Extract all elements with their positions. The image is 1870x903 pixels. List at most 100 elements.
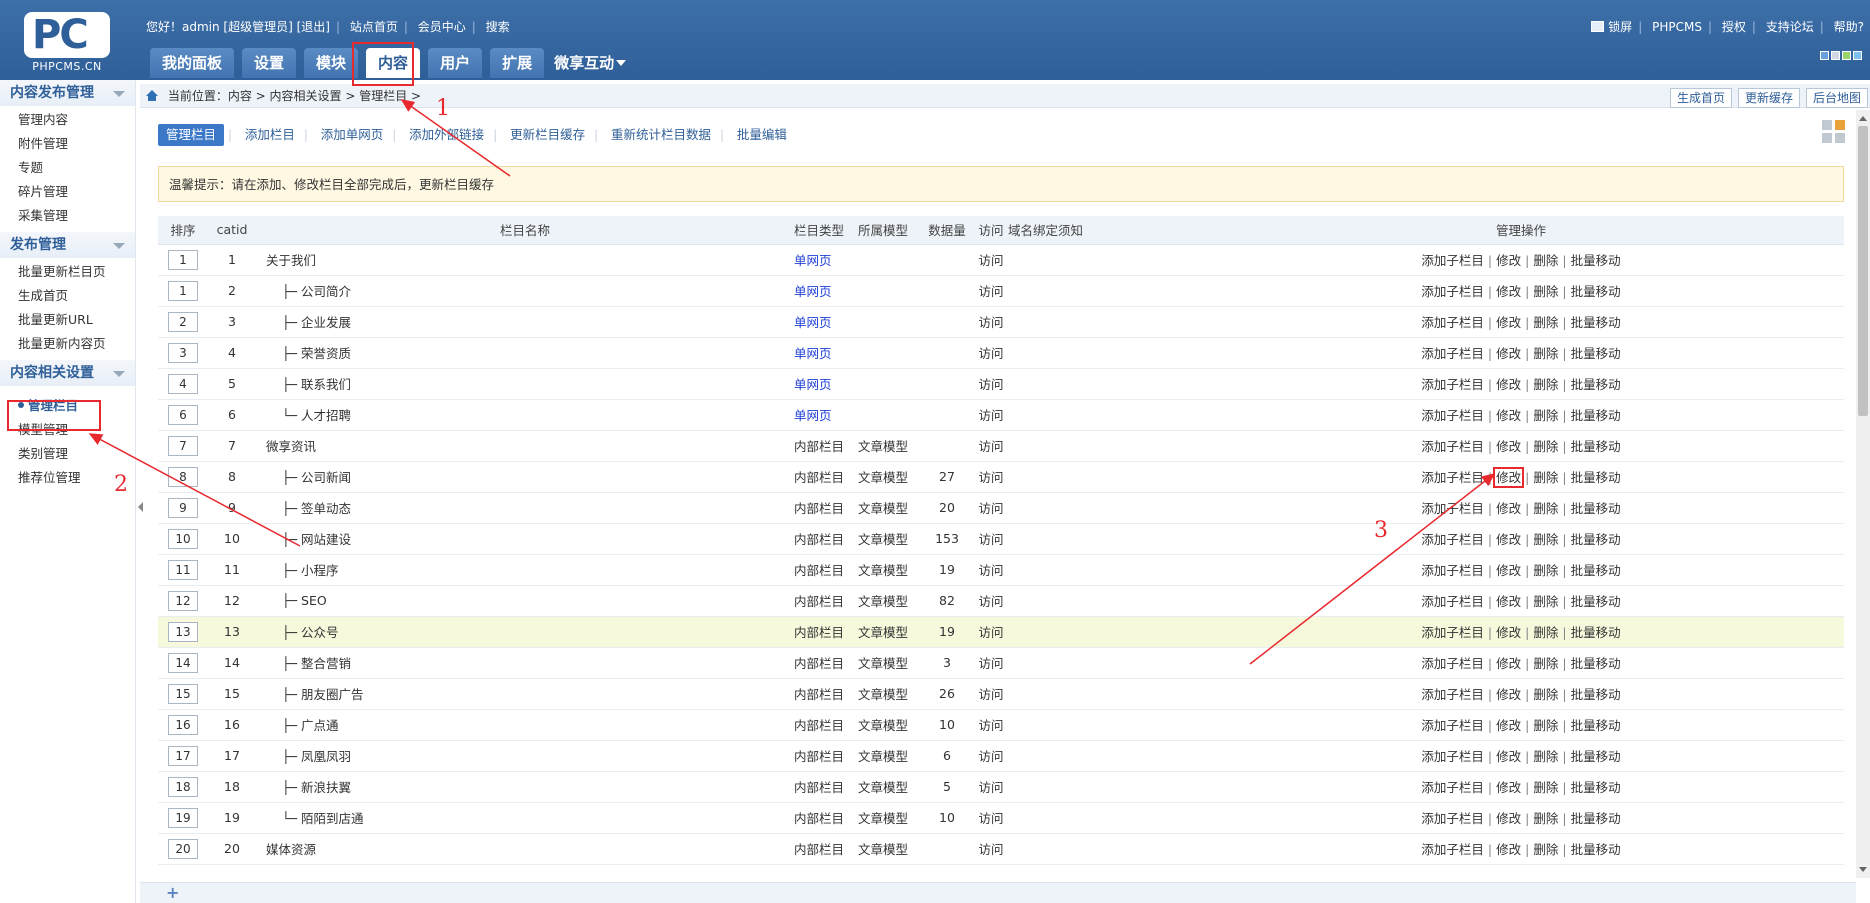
- license-link[interactable]: 授权: [1722, 20, 1746, 34]
- edit-link[interactable]: 修改: [1496, 687, 1521, 702]
- help-link[interactable]: 帮助?: [1834, 20, 1864, 34]
- batch-move-link[interactable]: 批量移动: [1571, 625, 1621, 640]
- delete-link[interactable]: 删除: [1533, 253, 1558, 268]
- batch-move-link[interactable]: 批量移动: [1571, 408, 1621, 423]
- order-input[interactable]: 9: [168, 497, 198, 518]
- add-subcategory-link[interactable]: 添加子栏目: [1421, 594, 1484, 609]
- batch-move-link[interactable]: 批量移动: [1571, 501, 1621, 516]
- add-subcategory-link[interactable]: 添加子栏目: [1421, 408, 1484, 423]
- batch-move-link[interactable]: 批量移动: [1571, 284, 1621, 299]
- order-input[interactable]: 8: [168, 466, 198, 487]
- delete-link[interactable]: 删除: [1533, 532, 1558, 547]
- sidebar-item-generate-home[interactable]: 生成首页: [0, 284, 135, 308]
- lock-screen-link[interactable]: 锁屏: [1608, 20, 1632, 34]
- delete-link[interactable]: 删除: [1533, 470, 1558, 485]
- skin-light-icon[interactable]: [1853, 51, 1862, 60]
- visit-link[interactable]: 访问: [978, 749, 1003, 764]
- visit-link[interactable]: 访问: [978, 501, 1003, 516]
- edit-link[interactable]: 修改: [1496, 284, 1521, 299]
- visit-link[interactable]: 访问: [978, 470, 1003, 485]
- order-input[interactable]: 17: [168, 745, 198, 766]
- sidebar-item-manage-content[interactable]: 管理内容: [0, 108, 135, 132]
- batch-move-link[interactable]: 批量移动: [1571, 811, 1621, 826]
- subnav-add-category[interactable]: 添加栏目: [240, 124, 300, 146]
- batch-move-link[interactable]: 批量移动: [1571, 563, 1621, 578]
- add-subcategory-link[interactable]: 添加子栏目: [1421, 811, 1484, 826]
- add-subcategory-link[interactable]: 添加子栏目: [1421, 656, 1484, 671]
- sidebar-item-attachments[interactable]: 附件管理: [0, 132, 135, 156]
- subnav-add-external-link[interactable]: 添加外部链接: [404, 124, 489, 146]
- batch-move-link[interactable]: 批量移动: [1571, 315, 1621, 330]
- order-input[interactable]: 6: [168, 404, 198, 425]
- batch-move-link[interactable]: 批量移动: [1571, 842, 1621, 857]
- order-input[interactable]: 14: [168, 652, 198, 673]
- update-cache-button[interactable]: 更新缓存: [1737, 88, 1800, 108]
- delete-link[interactable]: 删除: [1533, 749, 1558, 764]
- generate-home-button[interactable]: 生成首页: [1669, 88, 1732, 108]
- edit-link[interactable]: 修改: [1496, 563, 1521, 578]
- edit-link[interactable]: 修改: [1493, 467, 1525, 488]
- tab-modules[interactable]: 模块: [304, 48, 359, 78]
- plus-icon[interactable]: +: [166, 885, 179, 901]
- phpcms-logo[interactable]: PC PHPCMS.CN: [14, 8, 120, 74]
- order-input[interactable]: 10: [168, 528, 198, 549]
- visit-link[interactable]: 访问: [978, 315, 1003, 330]
- category-type[interactable]: 单网页: [794, 253, 832, 268]
- order-input[interactable]: 19: [168, 807, 198, 828]
- batch-move-link[interactable]: 批量移动: [1571, 656, 1621, 671]
- visit-link[interactable]: 访问: [978, 284, 1003, 299]
- category-type[interactable]: 单网页: [794, 346, 832, 361]
- delete-link[interactable]: 删除: [1533, 501, 1558, 516]
- sidebar-item-collect[interactable]: 采集管理: [0, 204, 135, 228]
- add-subcategory-link[interactable]: 添加子栏目: [1421, 284, 1484, 299]
- sidebar-item-type-manage[interactable]: 类别管理: [0, 442, 135, 466]
- visit-link[interactable]: 访问: [978, 253, 1003, 268]
- edit-link[interactable]: 修改: [1496, 625, 1521, 640]
- scroll-down-icon[interactable]: [1859, 867, 1867, 872]
- delete-link[interactable]: 删除: [1533, 656, 1558, 671]
- tab-weixiang-dropdown[interactable]: 微享互动: [552, 48, 638, 78]
- add-subcategory-link[interactable]: 添加子栏目: [1421, 501, 1484, 516]
- order-input[interactable]: 18: [168, 776, 198, 797]
- visit-link[interactable]: 访问: [978, 718, 1003, 733]
- visit-link[interactable]: 访问: [978, 408, 1003, 423]
- visit-link[interactable]: 访问: [978, 563, 1003, 578]
- add-subcategory-link[interactable]: 添加子栏目: [1421, 842, 1484, 857]
- forum-link[interactable]: 支持论坛: [1766, 20, 1814, 34]
- visit-link[interactable]: 访问: [978, 842, 1003, 857]
- edit-link[interactable]: 修改: [1496, 532, 1521, 547]
- order-input[interactable]: 12: [168, 590, 198, 611]
- batch-move-link[interactable]: 批量移动: [1571, 780, 1621, 795]
- site-home-link[interactable]: 站点首页: [350, 20, 398, 34]
- order-input[interactable]: 2: [168, 311, 198, 332]
- batch-move-link[interactable]: 批量移动: [1571, 253, 1621, 268]
- batch-move-link[interactable]: 批量移动: [1571, 470, 1621, 485]
- sidebar-section-content-settings[interactable]: 内容相关设置: [0, 360, 135, 386]
- delete-link[interactable]: 删除: [1533, 594, 1558, 609]
- batch-move-link[interactable]: 批量移动: [1571, 718, 1621, 733]
- visit-link[interactable]: 访问: [978, 532, 1003, 547]
- add-subcategory-link[interactable]: 添加子栏目: [1421, 563, 1484, 578]
- edit-link[interactable]: 修改: [1496, 408, 1521, 423]
- batch-move-link[interactable]: 批量移动: [1571, 532, 1621, 547]
- delete-link[interactable]: 删除: [1533, 377, 1558, 392]
- phpcms-link[interactable]: PHPCMS: [1652, 20, 1702, 34]
- visit-link[interactable]: 访问: [978, 439, 1003, 454]
- layout-grid-icon[interactable]: [1822, 120, 1846, 144]
- order-input[interactable]: 7: [168, 435, 198, 456]
- sidebar-item-batch-update-category[interactable]: 批量更新栏目页: [0, 260, 135, 284]
- order-input[interactable]: 16: [168, 714, 198, 735]
- batch-move-link[interactable]: 批量移动: [1571, 594, 1621, 609]
- sidebar-section-publish[interactable]: 发布管理: [0, 232, 135, 258]
- order-input[interactable]: 1: [168, 280, 198, 301]
- add-subcategory-link[interactable]: 添加子栏目: [1421, 687, 1484, 702]
- add-subcategory-link[interactable]: 添加子栏目: [1421, 749, 1484, 764]
- order-input[interactable]: 15: [168, 683, 198, 704]
- batch-move-link[interactable]: 批量移动: [1571, 346, 1621, 361]
- edit-link[interactable]: 修改: [1496, 749, 1521, 764]
- add-subcategory-link[interactable]: 添加子栏目: [1421, 718, 1484, 733]
- edit-link[interactable]: 修改: [1496, 315, 1521, 330]
- sidebar-item-fragments[interactable]: 碎片管理: [0, 180, 135, 204]
- add-subcategory-link[interactable]: 添加子栏目: [1421, 253, 1484, 268]
- order-input[interactable]: 20: [168, 838, 198, 859]
